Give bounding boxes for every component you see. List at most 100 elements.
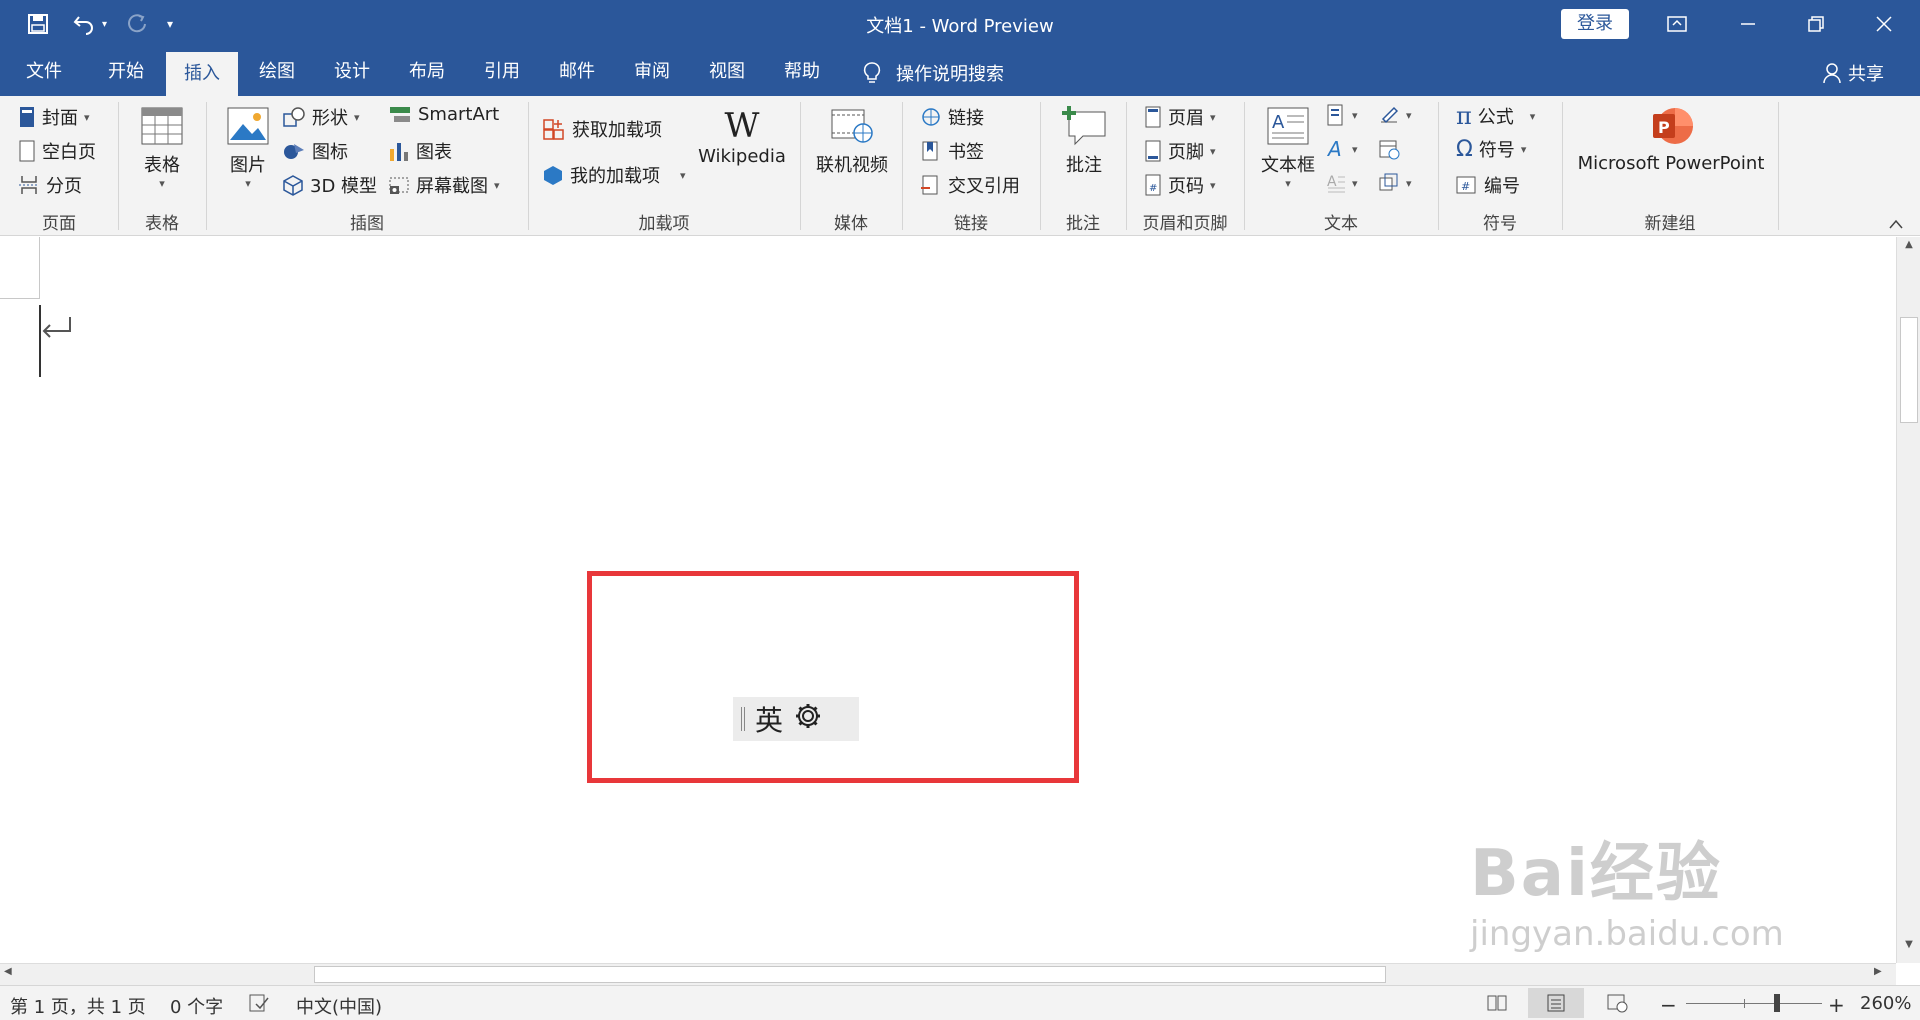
text-box-label: 文本框 [1261,155,1315,176]
word-count[interactable]: 0 个字 [170,993,223,1019]
chevron-down-icon: ▾ [1406,108,1412,122]
blank-page-button[interactable]: 空白页 [18,138,96,164]
restore-icon [1808,16,1824,32]
zoom-out-button[interactable]: − [1660,993,1677,1017]
ime-settings-button[interactable] [793,701,823,738]
chevron-down-icon: ▾ [354,110,360,124]
drop-cap-button[interactable]: A ▾ [1326,172,1358,194]
zoom-in-button[interactable]: + [1828,993,1845,1017]
drag-handle-icon[interactable] [741,707,745,731]
restore-button[interactable] [1784,0,1848,48]
cover-page-button[interactable]: 封面 ▾ [18,104,90,130]
new-comment-button[interactable]: 批注 [1056,104,1112,177]
signature-icon [1381,106,1399,124]
share-button[interactable]: 共享 [1822,60,1884,86]
tab-layout[interactable]: 布局 [395,48,459,96]
web-layout-button[interactable] [1606,993,1628,1018]
tab-mailings[interactable]: 邮件 [545,48,609,96]
smartart-button[interactable]: SmartArt [388,104,499,125]
tab-help[interactable]: 帮助 [770,48,834,96]
tab-file[interactable]: 文件 [12,48,76,96]
collapse-ribbon-button[interactable] [1888,214,1904,235]
powerpoint-button[interactable]: P Microsoft PowerPoint [1574,104,1768,174]
paragraph-mark-icon [40,315,74,348]
screenshot-button[interactable]: 屏幕截图 ▾ [388,172,500,198]
header-icon [1145,106,1161,128]
ribbon-display-options-button[interactable] [1645,0,1709,48]
page-count[interactable]: 第 1 页，共 1 页 [10,993,146,1019]
group-links-label: 链接 [954,214,988,234]
page-number-button[interactable]: # 页码 ▾ [1144,172,1216,198]
tab-design[interactable]: 设计 [320,48,384,96]
group-new-label: 新建组 [1644,214,1696,234]
tab-references[interactable]: 引用 [470,48,534,96]
quick-parts-button[interactable]: ▾ [1326,104,1358,126]
header-button[interactable]: 页眉 ▾ [1144,104,1216,130]
zoom-level[interactable]: 260% [1860,993,1911,1014]
read-mode-button[interactable] [1486,993,1508,1018]
chart-button[interactable]: 图表 [388,138,452,164]
vertical-scroll-thumb[interactable] [1900,317,1918,423]
language-indicator[interactable]: 中文(中国) [296,993,382,1019]
group-comments-label: 批注 [1066,214,1100,234]
scroll-up-icon[interactable]: ▲ [1900,239,1918,259]
number-button[interactable]: # 编号 [1456,172,1520,198]
shapes-button[interactable]: 形状 ▾ [282,104,360,130]
pictures-button[interactable]: 图片 ▾ [224,106,272,190]
text-box-button[interactable]: A 文本框 ▾ [1258,106,1318,190]
login-button[interactable]: 登录 [1561,9,1629,39]
tell-me-search[interactable]: 操作说明搜索 [862,60,1004,86]
equation-button[interactable]: π 公式 ▾ [1456,102,1535,130]
tab-review[interactable]: 审阅 [620,48,684,96]
tab-home[interactable]: 开始 [94,48,158,96]
wordart-button[interactable]: A ▾ [1326,138,1358,160]
minimize-button[interactable] [1716,0,1780,48]
3d-models-button[interactable]: 3D 模型 [282,172,377,198]
scroll-right-icon[interactable]: ▶ [1874,966,1892,984]
chevron-down-icon: ▾ [1352,108,1358,122]
document-canvas[interactable]: 英 Bai经验 jingyan.baidu.com [0,237,1896,963]
scroll-down-icon[interactable]: ▼ [1900,939,1918,959]
scroll-left-icon[interactable]: ◀ [4,966,22,984]
lightbulb-icon [863,62,881,83]
my-addins-button[interactable]: 我的加载项 ▾ [542,162,686,188]
group-comments: 批注 批注 [1040,96,1126,236]
gear-icon [796,703,821,728]
vertical-scrollbar[interactable]: ▲ ▼ [1896,237,1920,963]
icons-button[interactable]: 图标 [282,138,348,164]
zoom-slider-thumb[interactable] [1774,994,1780,1012]
online-video-button[interactable]: 联机视频 [808,106,896,177]
group-media: 联机视频 媒体 [800,96,902,236]
3d-models-label: 3D 模型 [310,176,378,197]
tab-insert[interactable]: 插入 [166,52,238,96]
close-button[interactable] [1852,0,1916,48]
print-layout-button[interactable] [1528,988,1584,1018]
close-icon [1876,16,1892,32]
chevron-down-icon: ▾ [1520,142,1527,156]
new-comment-label: 批注 [1066,155,1102,176]
link-button[interactable]: 链接 [920,104,984,130]
footer-button[interactable]: 页脚 ▾ [1144,138,1216,164]
get-addins-button[interactable]: 获取加载项 [542,116,662,142]
wikipedia-button[interactable]: W Wikipedia [694,106,790,167]
bookmark-button[interactable]: 书签 [920,138,984,164]
group-pages: 封面 ▾ 空白页 分页 页面 [0,96,118,236]
horizontal-scrollbar[interactable]: ◀ ▶ [0,963,1896,985]
tab-draw[interactable]: 绘图 [245,48,309,96]
svg-text:A: A [1326,138,1342,160]
proofing-icon[interactable] [248,993,270,1018]
ime-toolbar[interactable]: 英 [733,697,859,741]
cross-reference-button[interactable]: 交叉引用 [920,172,1020,198]
signature-line-button[interactable]: ▾ [1378,104,1412,126]
object-button[interactable]: ▾ [1378,172,1412,194]
table-button[interactable]: 表格 ▾ [136,106,188,190]
ime-mode-button[interactable]: 英 [755,699,783,739]
tab-view[interactable]: 视图 [695,48,759,96]
date-time-button[interactable] [1378,138,1400,160]
page-break-button[interactable]: 分页 [18,172,82,198]
symbol-button[interactable]: Ω 符号 ▾ [1456,136,1526,162]
horizontal-scroll-thumb[interactable] [314,966,1386,983]
zoom-slider[interactable] [1686,1003,1822,1004]
picture-icon [227,107,269,145]
page-number-icon: # [1145,174,1161,196]
